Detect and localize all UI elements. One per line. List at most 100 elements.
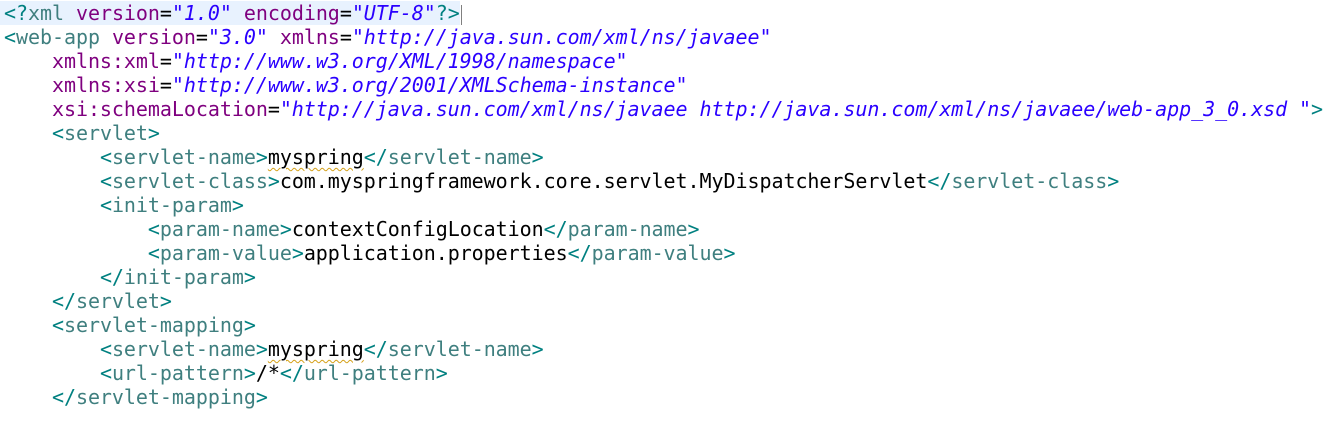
- code-line[interactable]: <init-param>: [4, 193, 244, 217]
- tag-bracket: >: [1311, 97, 1324, 121]
- tag-bracket: ?>: [435, 1, 460, 25]
- tag-bracket: </: [51, 289, 76, 313]
- text-content: [4, 121, 52, 145]
- text-content: [100, 25, 112, 49]
- text-content: [4, 361, 100, 385]
- tag-bracket: <: [99, 193, 112, 217]
- attribute-value: "http://www.w3.org/XML/1998/namespace": [171, 49, 628, 73]
- tag-bracket: </: [99, 265, 124, 289]
- text-content: [4, 169, 100, 193]
- tag-bracket: <: [51, 313, 64, 337]
- tag-name: servlet-name: [111, 337, 256, 361]
- tag-bracket: >: [1107, 169, 1120, 193]
- tag-bracket: <: [4, 25, 16, 49]
- tag-name: init-param: [111, 193, 232, 217]
- code-line[interactable]: <servlet-mapping>: [4, 313, 256, 337]
- code-line[interactable]: <servlet>: [4, 121, 160, 145]
- tag-bracket: <: [99, 169, 112, 193]
- tag-name: servlet-class: [951, 169, 1108, 193]
- code-line[interactable]: xmlns:xml="http://www.w3.org/XML/1998/na…: [4, 49, 628, 73]
- code-line[interactable]: <web-app version="3.0" xmlns="http://jav…: [4, 25, 772, 49]
- code-line[interactable]: <servlet-class>com.myspringframework.cor…: [4, 169, 1119, 193]
- tag-name: url-pattern: [111, 361, 244, 385]
- code-line[interactable]: <url-pattern>/*</url-pattern>: [4, 361, 448, 385]
- tag-bracket: >: [279, 217, 292, 241]
- attribute-name: version: [111, 25, 196, 49]
- tag-bracket: <: [51, 121, 64, 145]
- attribute-value: "1.0": [171, 1, 232, 25]
- tag-name: xml: [27, 1, 64, 25]
- attribute-value: "http://java.sun.com/xml/ns/javaee http:…: [279, 97, 1312, 121]
- tag-bracket: </: [543, 217, 568, 241]
- tag-bracket: >: [255, 145, 268, 169]
- tag-name: servlet-name: [387, 337, 532, 361]
- tag-bracket: >: [147, 121, 160, 145]
- equals-sign: =: [159, 49, 172, 73]
- attribute-value: "http://java.sun.com/xml/ns/javaee": [351, 25, 772, 49]
- xml-code-editor[interactable]: <?xml version="1.0" encoding="UTF-8"?> <w…: [0, 0, 1331, 442]
- code-line[interactable]: <param-name>contextConfigLocation</param…: [4, 217, 700, 241]
- tag-bracket: </: [927, 169, 952, 193]
- attribute-name: version: [75, 1, 160, 25]
- code-line[interactable]: <servlet-name>myspring</servlet-name>: [4, 337, 544, 361]
- text-content: [4, 337, 100, 361]
- equals-sign: =: [267, 97, 280, 121]
- tag-bracket: </: [51, 385, 76, 409]
- tag-bracket: >: [687, 217, 700, 241]
- attribute-value: "http://www.w3.org/2001/XMLSchema-instan…: [171, 73, 688, 97]
- text-cursor: [460, 4, 462, 25]
- attribute-name: xmlns:xsi: [51, 73, 160, 97]
- code-line[interactable]: </servlet-mapping>: [4, 385, 268, 409]
- text-content: [4, 217, 148, 241]
- tag-bracket: >: [243, 361, 256, 385]
- tag-bracket: >: [231, 193, 244, 217]
- attribute-name: xmlns: [279, 25, 340, 49]
- tag-bracket: >: [243, 265, 256, 289]
- tag-name: servlet-mapping: [75, 385, 256, 409]
- code-line[interactable]: </init-param>: [4, 265, 256, 289]
- tag-name: servlet-class: [111, 169, 268, 193]
- tag-name: param-value: [159, 241, 292, 265]
- code-line[interactable]: <?xml version="1.0" encoding="UTF-8"?>: [0, 1, 462, 25]
- tag-bracket: <: [99, 145, 112, 169]
- code-line[interactable]: </servlet>: [4, 289, 172, 313]
- text-content: [268, 25, 280, 49]
- tag-name: param-name: [567, 217, 688, 241]
- tag-bracket: <?: [4, 1, 28, 25]
- attribute-name: encoding: [243, 1, 340, 25]
- text-content: [4, 97, 52, 121]
- code-line[interactable]: xmlns:xsi="http://www.w3.org/2001/XMLSch…: [4, 73, 688, 97]
- tag-bracket: </: [567, 241, 592, 265]
- tag-name: init-param: [123, 265, 244, 289]
- text-content: [4, 193, 100, 217]
- tag-bracket: >: [255, 385, 268, 409]
- text-content: [4, 145, 100, 169]
- equals-sign: =: [159, 1, 172, 25]
- equals-sign: =: [339, 25, 352, 49]
- text-content: [4, 385, 52, 409]
- tag-bracket: <: [99, 337, 112, 361]
- misspelled-word: myspring: [267, 337, 364, 361]
- tag-name: servlet-name: [111, 145, 256, 169]
- tag-bracket: </: [363, 337, 388, 361]
- code-line[interactable]: <param-value>application.properties</par…: [4, 241, 736, 265]
- tag-name: servlet-name: [387, 145, 532, 169]
- tag-bracket: >: [723, 241, 736, 265]
- text-content: [4, 289, 52, 313]
- text-content: [64, 1, 76, 25]
- tag-name: servlet-mapping: [63, 313, 244, 337]
- tag-bracket: <: [147, 241, 160, 265]
- code-line[interactable]: <servlet-name>myspring</servlet-name>: [4, 145, 544, 169]
- tag-bracket: >: [531, 337, 544, 361]
- text-content: [4, 241, 148, 265]
- tag-name: param-name: [159, 217, 280, 241]
- text-content: [4, 73, 52, 97]
- tag-name: param-value: [591, 241, 724, 265]
- text-content: /*: [255, 361, 280, 385]
- equals-sign: =: [195, 25, 208, 49]
- attribute-value: "3.0": [207, 25, 268, 49]
- tag-name: servlet: [75, 289, 160, 313]
- text-content: [4, 313, 52, 337]
- code-line[interactable]: xsi:schemaLocation="http://java.sun.com/…: [4, 97, 1323, 121]
- tag-bracket: >: [267, 169, 280, 193]
